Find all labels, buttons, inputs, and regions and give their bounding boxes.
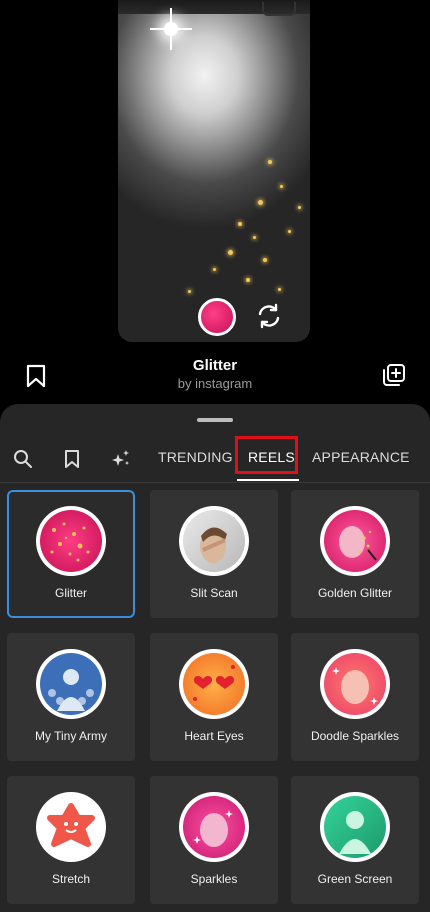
effect-label: Glitter [54,586,87,600]
effect-label: Heart Eyes [184,729,244,743]
glitter-particle [228,250,233,255]
light-flare [150,8,192,50]
glitter-particle [263,258,267,262]
effect-thumbnail [179,649,249,719]
drag-handle[interactable] [197,418,233,422]
effect-thumbnail [179,506,249,576]
glitter-particle [278,288,281,291]
highlight-box [235,436,298,474]
bookmark-icon[interactable] [61,448,83,470]
glitter-particle [246,278,250,282]
active-tab-indicator [237,479,299,481]
effect-thumbnail [320,649,390,719]
glitter-particle [268,160,272,164]
effects-panel: TRENDING REELS APPEARANCE Glitter Slit S… [0,404,430,912]
tab-appearance[interactable]: APPEARANCE [312,449,410,465]
effect-thumbnail [320,506,390,576]
effect-card-golden-glitter[interactable]: Golden Glitter [291,490,419,618]
add-square-icon[interactable] [382,363,406,387]
effect-tabs: TRENDING REELS APPEARANCE [0,438,430,483]
effect-label: My Tiny Army [34,729,107,743]
glitter-particle [238,222,242,226]
sparkles-icon[interactable] [110,448,132,470]
glitter-particle [298,206,301,209]
effect-label: Golden Glitter [317,586,393,600]
tab-trending[interactable]: TRENDING [158,449,233,465]
effect-label: Sparkles [190,872,238,886]
effect-thumbnail [320,792,390,862]
glitter-particle [188,290,191,293]
effect-card-stretch[interactable]: Stretch [7,776,135,904]
effect-card-my-tiny-army[interactable]: My Tiny Army [7,633,135,761]
glitter-particle [213,268,216,271]
effect-card-green-screen[interactable]: Green Screen [291,776,419,904]
effect-card-heart-eyes[interactable]: Heart Eyes [150,633,278,761]
effect-label: Green Screen [317,872,393,886]
flip-camera-icon[interactable] [254,301,284,331]
effect-thumbnail [179,792,249,862]
effect-card-sparkles[interactable]: Sparkles [150,776,278,904]
camera-preview [118,0,310,342]
effect-card-glitter[interactable]: Glitter [7,490,135,618]
device-frame [118,0,310,16]
effect-thumbnail [36,649,106,719]
effect-label: Stretch [51,872,90,886]
capture-button[interactable] [198,298,236,336]
glitter-particle [258,200,263,205]
glitter-particle [288,230,291,233]
effect-title: Glitter [192,357,238,374]
glitter-particle [253,236,256,239]
glitter-particle [280,185,283,188]
effect-thumbnail [36,792,106,862]
search-icon[interactable] [12,448,34,470]
effect-thumbnail [36,506,106,576]
effect-card-slit-scan[interactable]: Slit Scan [150,490,278,618]
effect-label: Slit Scan [190,586,238,600]
effect-label: Doodle Sparkles [310,729,400,743]
effect-author[interactable]: by instagram [0,376,430,391]
effect-card-doodle-sparkles[interactable]: Doodle Sparkles [291,633,419,761]
